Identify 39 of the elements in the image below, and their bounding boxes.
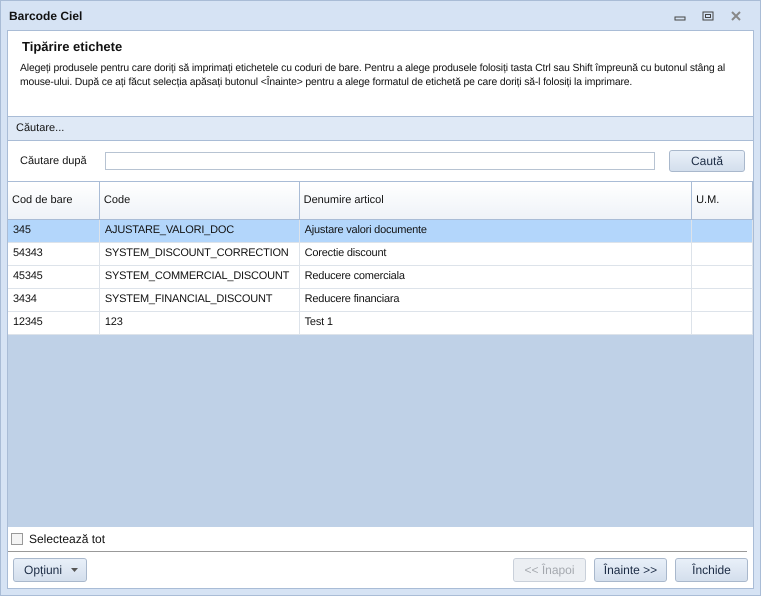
table-row[interactable]: 54343 SYSTEM_DISCOUNT_CORRECTION Corectie discount bbox=[8, 243, 753, 266]
column-header[interactable]: Denumire articol bbox=[300, 182, 692, 219]
table-cell: SYSTEM_COMMERCIAL_DISCOUNT bbox=[100, 266, 300, 288]
checkbox-label: Selectează tot bbox=[29, 532, 106, 546]
caret-icon bbox=[71, 568, 78, 572]
table-row[interactable]: 3434 SYSTEM_FINANCIAL_DISCOUNT Reducere financiara bbox=[8, 289, 753, 312]
table-cell: 54343 bbox=[8, 243, 100, 265]
search-field[interactable] bbox=[105, 152, 655, 170]
table-cell: 12345 bbox=[8, 312, 100, 334]
table-cell: Reducere comerciala bbox=[300, 266, 692, 288]
next-button[interactable]: Înainte >> bbox=[594, 558, 667, 582]
options-button[interactable]: Opțiuni bbox=[13, 558, 87, 582]
column-header[interactable]: Cod de bare bbox=[8, 182, 100, 219]
checkbox[interactable] bbox=[11, 533, 23, 545]
table-cell: AJUSTARE_VALORI_DOC bbox=[100, 220, 300, 242]
table-cell: SYSTEM_FINANCIAL_DISCOUNT bbox=[100, 289, 300, 311]
table-cell: 45345 bbox=[8, 266, 100, 288]
table-row[interactable]: 12345 123 Test 1 bbox=[8, 312, 753, 335]
table-cell: 123 bbox=[100, 312, 300, 334]
description-text: Alegeți produsele pentru care doriți să imprimați etichetele cu coduri de bare. Pentru a alege produsele folosiți tasta Ctrl sau Shift împreună cu butonul stâng al mouse-ului. După ce ați făcut selecția apăsați butonul <Înainte> pentru a alege formatul de etichetă pe care doriți să-l folosiți la imprimare. bbox=[20, 62, 726, 90]
column-header[interactable]: Code bbox=[100, 182, 300, 219]
table-cell: Test 1 bbox=[300, 312, 692, 334]
page-heading: Tipărire etichete bbox=[22, 39, 124, 54]
search-label: Căutare după bbox=[20, 155, 88, 167]
table-cell: SYSTEM_DISCOUNT_CORRECTION bbox=[100, 243, 300, 265]
table-cell: Corectie discount bbox=[300, 243, 692, 265]
close-icon[interactable] bbox=[730, 10, 742, 20]
table-cell: Reducere financiara bbox=[300, 289, 692, 311]
column-header[interactable]: U.M. bbox=[692, 182, 753, 219]
table-row[interactable]: 45345 SYSTEM_COMMERCIAL_DISCOUNT Reducere comerciala bbox=[8, 266, 753, 289]
table-row[interactable]: 345 AJUSTARE_VALORI_DOC Ajustare valori documente bbox=[8, 220, 753, 243]
table-cell: 345 bbox=[8, 220, 100, 242]
search-button[interactable]: Caută bbox=[669, 150, 745, 172]
table-cell: Ajustare valori documente bbox=[300, 220, 692, 242]
table-cell: 3434 bbox=[8, 289, 100, 311]
maximize-icon[interactable] bbox=[702, 10, 714, 20]
window-title: Barcode Ciel bbox=[9, 8, 82, 22]
search-panel-header[interactable]: Căutare... bbox=[8, 116, 753, 141]
close-button[interactable]: Închide bbox=[675, 558, 748, 582]
